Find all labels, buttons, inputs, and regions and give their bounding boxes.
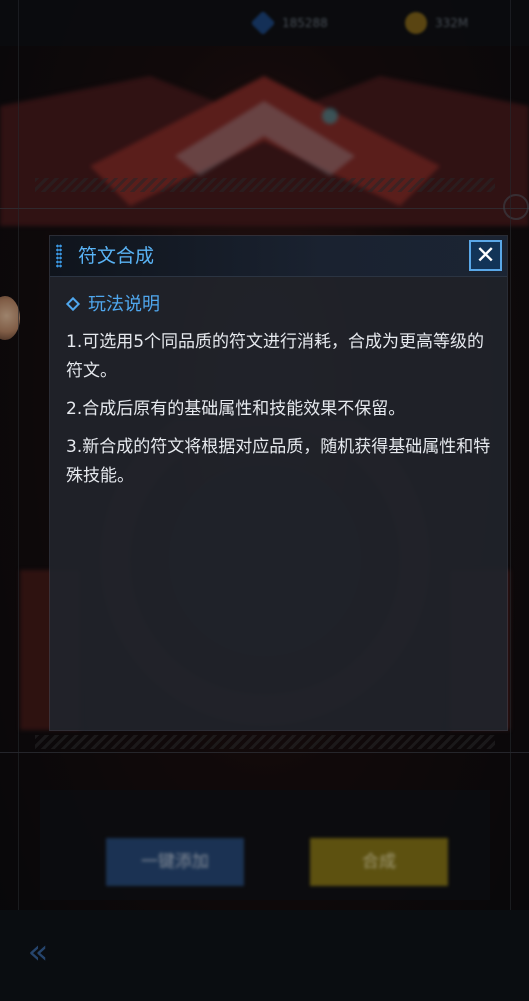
close-icon: ✕ — [475, 241, 496, 269]
dialog-title: 符文合成 — [78, 245, 155, 267]
diamond-bullet-icon — [65, 296, 81, 312]
section-title: 玩法说明 — [88, 294, 160, 315]
close-button[interactable]: ✕ — [469, 240, 502, 271]
rule-item: 2.合成后原有的基础属性和技能效果不保留。 — [66, 399, 406, 419]
rule-item: 3.新合成的符文将根据对应品质，随机获得基础属性和特殊技能。 — [66, 437, 491, 486]
grip-icon — [56, 244, 62, 268]
section-heading: 玩法说明 — [64, 292, 160, 318]
rune-compose-help-dialog: 符文合成 ✕ 玩法说明 1.可选用5个同品质的符文进行消耗，合成为更高等级的符文… — [50, 236, 507, 730]
rule-item: 1.可选用5个同品质的符文进行消耗，合成为更高等级的符文。 — [66, 332, 485, 381]
rules-list: 1.可选用5个同品质的符文进行消耗，合成为更高等级的符文。 2.合成后原有的基础… — [66, 328, 494, 500]
dialog-header: 符文合成 ✕ — [50, 236, 507, 277]
game-screen: 185288 332M 一键添加 合成 « 符文合成 ✕ 玩法说明 1.可选用5… — [0, 0, 529, 1001]
